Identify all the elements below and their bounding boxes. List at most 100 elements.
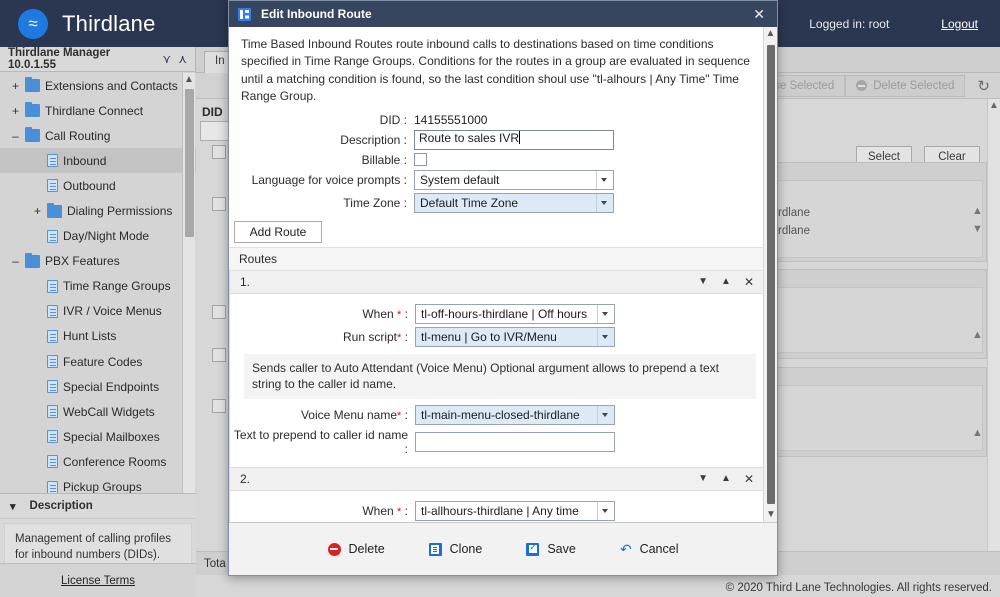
- dialog-scroll-thumb[interactable]: [767, 45, 775, 504]
- run-script-select[interactable]: tl-menu | Go to IVR/Menu: [415, 327, 615, 347]
- sidebar-item-time-range-groups[interactable]: Time Range Groups: [0, 274, 196, 299]
- row-checkbox[interactable]: [212, 145, 226, 159]
- text-caret: [519, 131, 520, 144]
- field-row-voice-menu: Voice Menu name* :tl-main-menu-closed-th…: [230, 405, 764, 425]
- file-icon: [47, 280, 58, 293]
- sidebar-item-special-endpoints[interactable]: Special Endpoints: [0, 374, 196, 399]
- language-select[interactable]: System default: [414, 170, 614, 190]
- description-header[interactable]: ▾ Description: [0, 494, 196, 519]
- required-mark: *: [397, 506, 401, 518]
- route-header: 1. ▼ ▲ ✕: [230, 271, 764, 294]
- when-select-value: tl-allhours-thirdlane | Any time: [421, 504, 597, 518]
- row-checkbox[interactable]: [212, 399, 226, 413]
- remove-route-icon[interactable]: ✕: [744, 276, 754, 288]
- move-down-icon[interactable]: ▼: [698, 277, 708, 287]
- description-input[interactable]: Route to sales IVR: [414, 130, 614, 150]
- row-checkbox[interactable]: [212, 197, 226, 211]
- save-button[interactable]: Save: [526, 542, 576, 556]
- chevron-down-icon: [596, 194, 611, 212]
- route-hint-text: Sends caller to Auto Attendant (Voice Me…: [244, 354, 756, 400]
- collapse-icon[interactable]: –: [10, 129, 21, 143]
- field-row-timezone: Time Zone : Default Time Zone: [229, 193, 765, 213]
- sidebar-scroll-up-icon[interactable]: ▲: [183, 73, 195, 86]
- logged-in-status: Logged in: root: [809, 17, 889, 31]
- background-list-item: rdlane: [778, 207, 810, 219]
- sidebar-item-conference-rooms[interactable]: Conference Rooms: [0, 449, 196, 474]
- file-icon: [47, 455, 58, 468]
- dialog-scroll-down-icon[interactable]: ▼: [764, 508, 777, 522]
- sidebar-item-day-night-mode[interactable]: Day/Night Mode: [0, 224, 196, 249]
- expand-all-icon[interactable]: ⋏: [178, 53, 187, 65]
- license-terms-link[interactable]: License Terms: [61, 575, 135, 587]
- sidebar-item-thirdlane-connect[interactable]: +Thirdlane Connect: [0, 98, 196, 123]
- sidebar-item-hunt-lists[interactable]: Hunt Lists: [0, 324, 196, 349]
- brand-name: Thirdlane: [62, 11, 156, 37]
- sidebar-scroll-thumb[interactable]: [185, 89, 194, 237]
- sidebar-item-ivr-voice-menus[interactable]: IVR / Voice Menus: [0, 299, 196, 324]
- move-up-icon[interactable]: ▲: [721, 277, 731, 287]
- voice-menu-select[interactable]: tl-main-menu-closed-thirdlane: [415, 405, 615, 425]
- chevron-down-icon: [597, 406, 612, 424]
- row-checkbox[interactable]: [212, 305, 226, 319]
- sidebar-item-call-routing[interactable]: –Call Routing: [0, 123, 196, 148]
- sidebar-item-outbound[interactable]: Outbound: [0, 173, 196, 198]
- collapse-icon[interactable]: –: [10, 254, 21, 268]
- timezone-select-value: Default Time Zone: [420, 196, 596, 210]
- delete-button[interactable]: Delete: [328, 542, 385, 556]
- expand-icon[interactable]: +: [10, 104, 21, 118]
- when-select[interactable]: tl-off-hours-thirdlane | Off hours: [415, 304, 615, 324]
- dialog-titlebar: Edit Inbound Route ✕: [229, 1, 777, 27]
- route-number: 1.: [240, 275, 685, 289]
- sidebar-item-feature-codes[interactable]: Feature Codes: [0, 349, 196, 374]
- route-item: 1. ▼ ▲ ✕ When * :tl-off-hours-thirdlane | Of…: [229, 271, 765, 469]
- field-row-when: When * :tl-off-hours-thirdlane | Off hou…: [230, 304, 764, 324]
- expand-icon[interactable]: +: [32, 204, 43, 218]
- background-panel-inner: [776, 385, 983, 451]
- when-select[interactable]: tl-allhours-thirdlane | Any time: [415, 501, 615, 521]
- cancel-button[interactable]: ↷ Cancel: [620, 542, 679, 556]
- when-label: When * :: [230, 307, 415, 321]
- logout-link[interactable]: Logout: [941, 17, 978, 31]
- sidebar-item-dialing-permissions[interactable]: +Dialing Permissions: [0, 198, 196, 223]
- sidebar-item-pbx-features[interactable]: – PBX Features: [0, 249, 196, 274]
- row-checkbox[interactable]: [212, 348, 226, 362]
- prepend-input[interactable]: [415, 432, 615, 452]
- clone-icon: [429, 543, 442, 556]
- chevron-up-icon[interactable]: ▲: [972, 205, 983, 217]
- expand-icon[interactable]: +: [10, 79, 21, 93]
- add-route-button[interactable]: Add Route: [234, 221, 322, 243]
- save-button-label: Save: [547, 542, 576, 556]
- field-row-run-script: Run script* :tl-menu | Go to IVR/Menu: [230, 327, 764, 347]
- sidebar-item-inbound[interactable]: Inbound: [0, 148, 196, 173]
- close-icon[interactable]: ✕: [750, 5, 768, 23]
- collapse-all-icon[interactable]: ⋎: [162, 53, 171, 65]
- chevron-down-icon[interactable]: ▼: [972, 223, 983, 235]
- sidebar-item-extensions-and-contacts[interactable]: + Extensions and Contacts: [0, 73, 196, 98]
- dialog-scrollbar[interactable]: ▲ ▼: [763, 27, 777, 522]
- sidebar-item-label: PBX Features: [45, 254, 120, 268]
- remove-route-icon[interactable]: ✕: [744, 473, 754, 485]
- edit-inbound-route-dialog: Edit Inbound Route ✕ Time Based Inbound …: [228, 0, 778, 576]
- refresh-icon[interactable]: ↻: [977, 77, 990, 95]
- delete-selected-label: Delete Selected: [873, 80, 954, 92]
- chevron-up-icon[interactable]: ▲: [972, 427, 983, 439]
- sidebar-scrollbar[interactable]: ▲ ▼: [182, 73, 195, 543]
- content-scroll-up-icon[interactable]: ▲: [988, 99, 1000, 112]
- clone-button[interactable]: Clone: [429, 542, 483, 556]
- sidebar-item-special-mailboxes[interactable]: Special Mailboxes: [0, 424, 196, 449]
- billable-checkbox[interactable]: [414, 153, 427, 166]
- sidebar-item-label: Extensions and Contacts: [45, 79, 178, 93]
- move-up-icon[interactable]: ▲: [721, 474, 731, 484]
- folder-icon: [47, 205, 62, 218]
- route-body: When * :tl-off-hours-thirdlane | Off hou…: [230, 294, 764, 468]
- dialog-scroll-up-icon[interactable]: ▲: [764, 27, 777, 41]
- move-down-icon[interactable]: ▼: [698, 474, 708, 484]
- content-scrollbar[interactable]: ▲ ▼: [987, 99, 1000, 569]
- chevron-up-icon[interactable]: ▲: [972, 329, 983, 341]
- delete-selected-button[interactable]: Delete Selected: [845, 75, 965, 97]
- sidebar-item-webcall-widgets[interactable]: WebCall Widgets: [0, 399, 196, 424]
- chevron-down-icon: [597, 328, 612, 346]
- license-bar: License Terms: [0, 563, 196, 597]
- timezone-select[interactable]: Default Time Zone: [414, 193, 614, 213]
- sidebar-item-label: Outbound: [63, 179, 116, 193]
